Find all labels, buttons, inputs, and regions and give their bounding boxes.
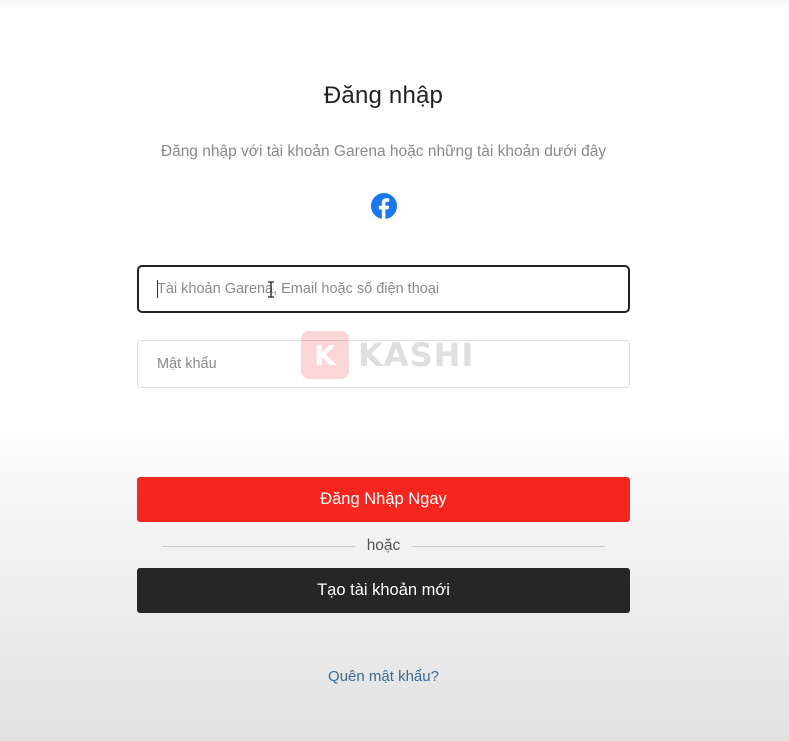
or-divider: hoặc (162, 536, 605, 556)
username-input[interactable] (137, 265, 630, 313)
facebook-login-button[interactable] (358, 180, 410, 232)
facebook-icon (371, 193, 397, 219)
login-submit-button[interactable]: Đăng Nhập Ngay (137, 477, 630, 522)
login-subtitle: Đăng nhập với tài khoản Garena hoặc nhữn… (160, 143, 607, 160)
page-title: Đăng nhập (323, 82, 444, 109)
divider-line-right (412, 545, 605, 547)
divider-label: hoặc (366, 537, 401, 554)
login-card: Đăng nhập Đăng nhập với tài khoản Garena… (137, 0, 630, 741)
forgot-password-link[interactable]: Quên mật khẩu? (137, 668, 630, 685)
password-input[interactable] (137, 340, 630, 388)
divider-line-left (162, 545, 355, 547)
create-account-button[interactable]: Tạo tài khoản mới (137, 568, 630, 613)
text-caret (157, 280, 158, 298)
text-cursor-icon (268, 281, 274, 298)
